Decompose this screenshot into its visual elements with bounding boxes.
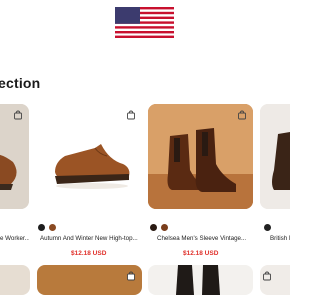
product-name[interactable]: e Worker... (0, 235, 29, 242)
shopping-bag-icon[interactable] (126, 110, 136, 120)
product-name[interactable]: Chelsea Men's Sleeve Vintage... (157, 235, 253, 242)
product-card[interactable] (148, 265, 253, 295)
product-image (148, 104, 253, 209)
product-image (260, 104, 290, 209)
swatch-brown[interactable] (161, 224, 168, 231)
us-flag-icon (115, 7, 174, 38)
shopping-bag-icon[interactable] (13, 110, 23, 120)
product-card[interactable]: e Worker... (0, 104, 29, 242)
section-title: ection (0, 75, 41, 91)
product-card[interactable]: British M (260, 104, 290, 242)
swatch-brown[interactable] (49, 224, 56, 231)
product-card[interactable] (260, 265, 290, 295)
product-image (37, 104, 142, 209)
swatch-black[interactable] (150, 224, 157, 231)
product-card[interactable] (37, 265, 142, 295)
product-card[interactable]: Autumn And Winter New High-top... $12.18… (37, 104, 142, 257)
product-image (0, 104, 29, 209)
shopping-bag-icon[interactable] (237, 110, 247, 120)
shopping-bag-icon[interactable] (126, 271, 136, 281)
product-card[interactable]: Chelsea Men's Sleeve Vintage... $12.18 U… (148, 104, 253, 257)
swatch-black[interactable] (38, 224, 45, 231)
color-swatches (150, 224, 168, 231)
product-price: $12.18 USD (71, 250, 107, 257)
color-swatches (38, 224, 56, 231)
color-swatches (264, 224, 271, 231)
product-name[interactable]: Autumn And Winter New High-top... (40, 235, 142, 242)
product-card[interactable] (0, 265, 30, 295)
product-price: $12.18 USD (183, 250, 219, 257)
product-name[interactable]: British M (270, 235, 290, 242)
swatch-black[interactable] (264, 224, 271, 231)
shopping-bag-icon[interactable] (262, 271, 272, 281)
